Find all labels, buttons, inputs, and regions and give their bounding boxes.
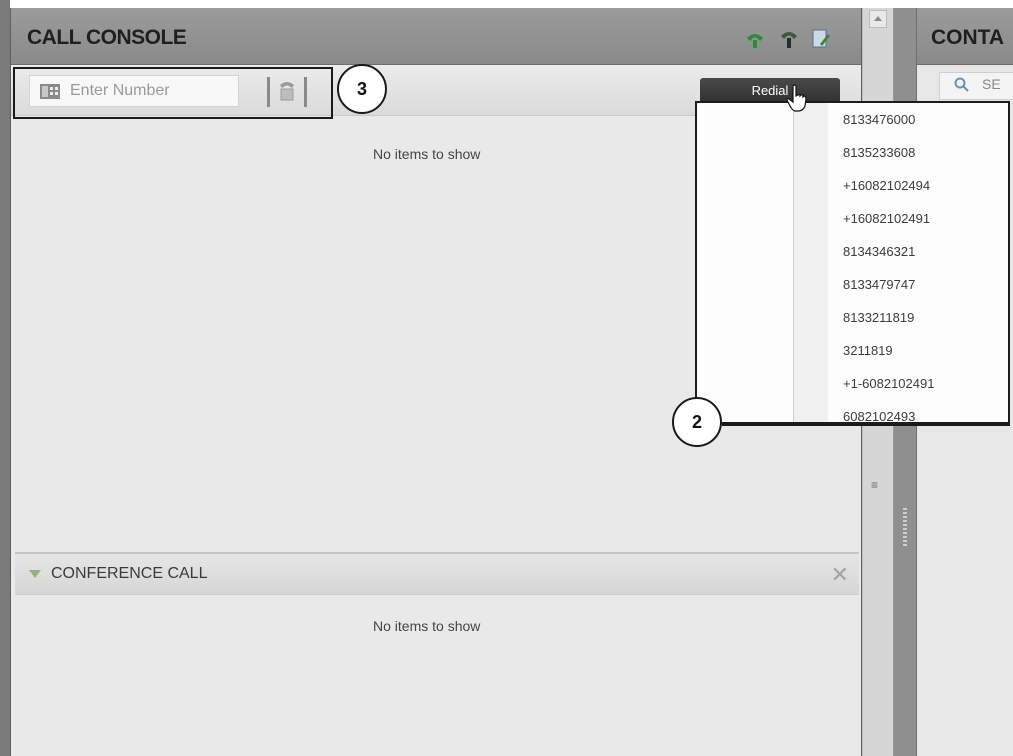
redial-item[interactable]: +16082102491 xyxy=(843,208,934,241)
console-title: CALL CONSOLE xyxy=(27,26,187,49)
contacts-search-field[interactable]: SE xyxy=(939,72,1013,100)
redial-item[interactable]: 6082102493 xyxy=(843,406,934,439)
contacts-search-text: SE xyxy=(982,76,1001,92)
redial-item[interactable]: 3211819 xyxy=(843,340,934,373)
hand-cursor-icon xyxy=(786,84,807,112)
redial-item[interactable]: 8133211819 xyxy=(843,307,934,340)
contacts-title: CONTA xyxy=(931,26,1005,49)
callout-number-2: 2 xyxy=(672,397,722,447)
redial-item[interactable]: +1-6082102491 xyxy=(843,373,934,406)
contacts-header: CONTA xyxy=(917,8,1013,65)
splitter-handle[interactable] xyxy=(903,508,907,548)
calls-empty-text: No items to show xyxy=(373,146,481,162)
close-icon[interactable]: ✕ xyxy=(831,562,849,588)
search-icon xyxy=(954,77,969,92)
scroll-grip-icon[interactable]: ≡ xyxy=(871,478,878,492)
collapse-arrow-icon[interactable] xyxy=(29,570,41,578)
redial-item[interactable]: +16082102494 xyxy=(843,175,934,208)
redial-item[interactable]: 8133479747 xyxy=(843,274,934,307)
redial-dropdown-menu: 8133476000 8135233608 +16082102494 +1608… xyxy=(695,101,1010,424)
redial-number-list: 8133476000 8135233608 +16082102494 +1608… xyxy=(843,109,934,439)
callout-box-3 xyxy=(13,67,333,119)
conference-call-header[interactable]: CONFERENCE CALL ✕ xyxy=(15,552,859,595)
hangup-icon[interactable] xyxy=(779,28,799,50)
redial-item[interactable]: 8134346321 xyxy=(843,241,934,274)
menu-icon-stripe xyxy=(793,103,828,422)
callout-number-3: 3 xyxy=(337,64,387,114)
console-header: CALL CONSOLE xyxy=(11,8,861,65)
callout-line-2 xyxy=(722,424,1010,426)
left-gutter xyxy=(0,0,10,756)
scroll-up-button[interactable] xyxy=(869,10,887,28)
redial-item[interactable]: 8135233608 xyxy=(843,142,934,175)
call-green-icon[interactable] xyxy=(745,28,765,50)
conference-empty-text: No items to show xyxy=(373,618,481,634)
redial-item[interactable]: 8133476000 xyxy=(843,109,934,142)
edit-contact-icon[interactable] xyxy=(811,28,831,50)
conference-call-title: CONFERENCE CALL xyxy=(51,565,208,582)
